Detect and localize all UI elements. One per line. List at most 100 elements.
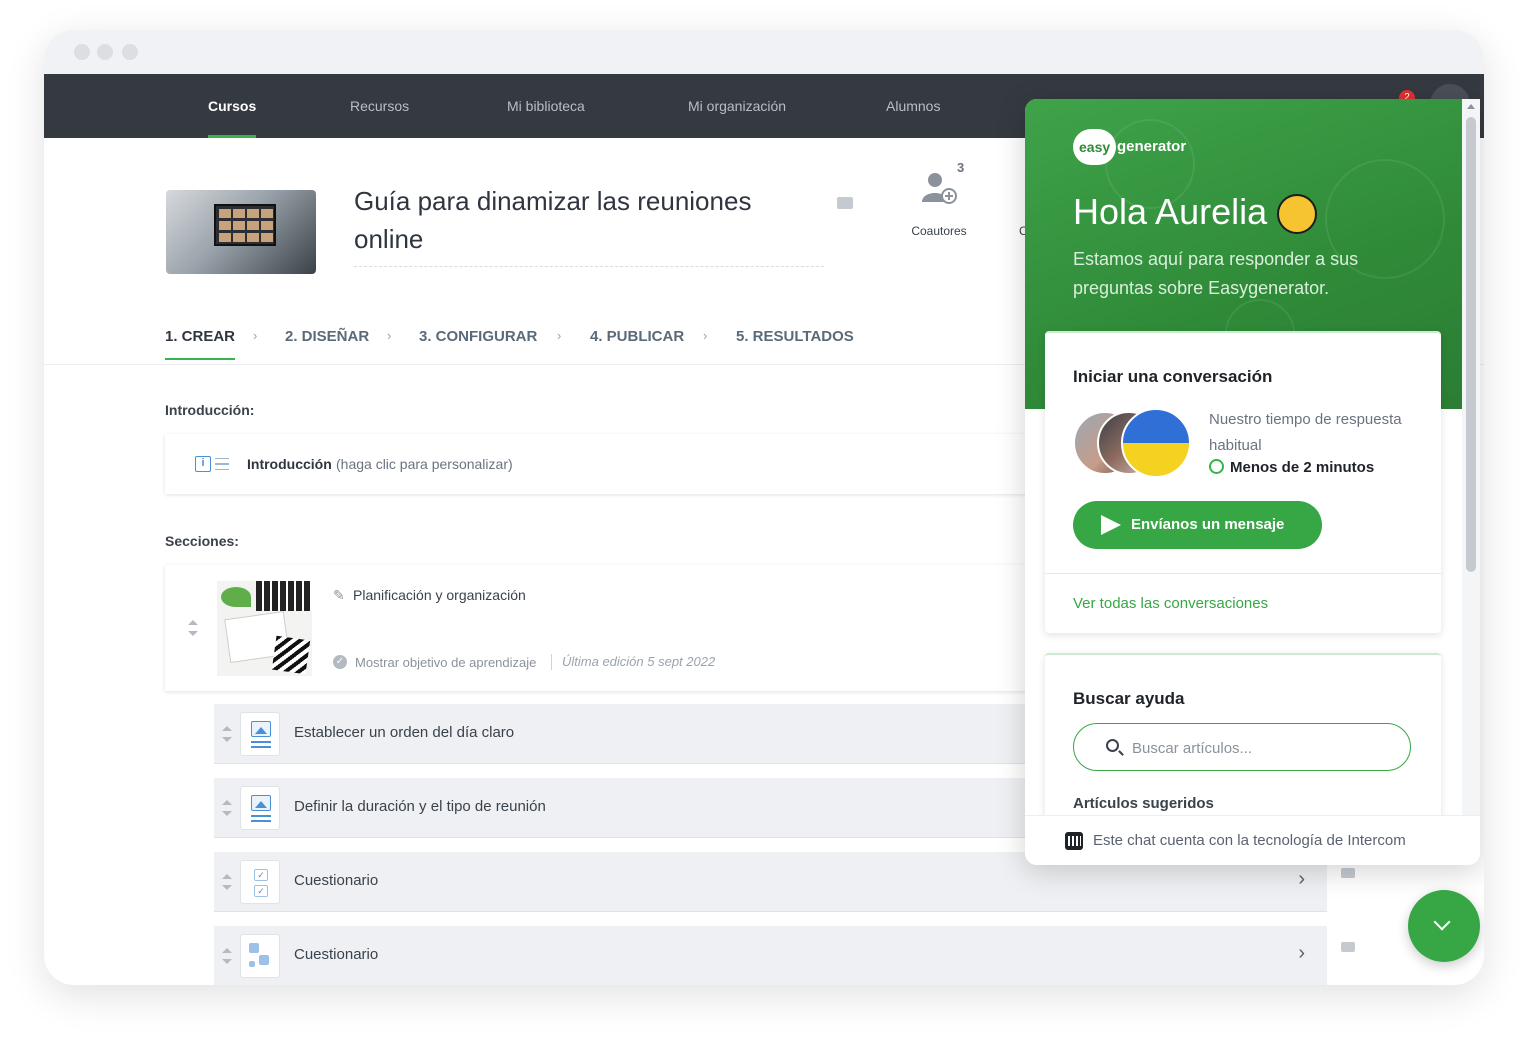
show-objective-link[interactable]: Mostrar objetivo de aprendizaje (355, 655, 536, 670)
greeting: Hola Aurelia (1073, 191, 1318, 235)
intro-hint: (haga clic para personalizar) (336, 456, 513, 472)
step-configurar[interactable]: 3. CONFIGURAR (419, 328, 537, 345)
video-tile (247, 233, 259, 242)
chevron-right-icon[interactable]: › (1298, 942, 1305, 965)
video-tile (261, 221, 273, 230)
step-resultados[interactable]: 5. RESULTADOS (736, 328, 854, 345)
chevron-right-icon: › (703, 328, 708, 343)
plant-shape (221, 587, 251, 607)
response-time-label: Menos de 2 minutos (1230, 459, 1375, 476)
step-publicar[interactable]: 4. PUBLICAR (590, 328, 684, 345)
keyboard-shape (256, 581, 312, 611)
video-tile (219, 221, 231, 230)
window-dot (74, 44, 90, 60)
laptop-screen (214, 204, 276, 246)
send-message-label: Envíanos un mensaje (1131, 516, 1285, 533)
intercom-subtitle: Estamos aquí para responder a sus pregun… (1073, 249, 1359, 298)
image-text-icon (240, 712, 280, 756)
window-dot (122, 44, 138, 60)
item-title: Cuestionario (294, 946, 379, 963)
window-dot (97, 44, 113, 60)
intercom-panel: easy generator Hola Aurelia Estamos aquí… (1025, 99, 1480, 865)
conversation-title: Iniciar una conversación (1073, 367, 1273, 386)
powered-by-text[interactable]: Este chat cuenta con la tecnología de In… (1093, 832, 1406, 849)
scroll-up-icon[interactable] (1467, 104, 1475, 109)
chevron-right-icon[interactable]: › (1298, 868, 1305, 891)
divider (551, 654, 552, 670)
comment-icon[interactable] (1341, 868, 1355, 878)
nav-mi-biblioteca[interactable]: Mi biblioteca (507, 74, 585, 138)
video-tile (219, 233, 231, 242)
check-circle-icon: ✓ (333, 655, 347, 669)
reorder-handle-icon[interactable] (222, 800, 232, 816)
intercom-footer: Este chat cuenta con la tecnología de In… (1025, 815, 1480, 865)
notebook-shape (271, 635, 311, 675)
video-tile (247, 209, 259, 218)
item-title: Cuestionario (294, 872, 379, 889)
search-box[interactable] (1073, 723, 1411, 771)
nav-mi-organizacion[interactable]: Mi organización (688, 74, 786, 138)
panel-scrollbar[interactable] (1462, 99, 1480, 815)
sections-label: Secciones: (165, 533, 239, 549)
add-user-icon (922, 173, 957, 204)
section-title[interactable]: Planificación y organización (353, 587, 526, 603)
image-text-icon (240, 786, 280, 830)
info-icon: i (195, 456, 211, 472)
coauthors-count: 3 (957, 160, 965, 175)
search-icon (1106, 739, 1119, 752)
chevron-right-icon: › (253, 328, 258, 343)
nav-alumnos[interactable]: Alumnos (886, 74, 940, 138)
easygenerator-logo-text: generator (1117, 138, 1187, 155)
suggested-articles-label: Artículos sugeridos (1073, 795, 1214, 812)
checklist-icon: ✓ ✓ (240, 860, 280, 904)
greeting-text: Hola Aurelia (1073, 191, 1268, 232)
step-disenar[interactable]: 2. DISEÑAR (285, 328, 369, 345)
pencil-icon[interactable]: ✎ (333, 588, 345, 602)
easygenerator-logo: easy (1073, 129, 1117, 165)
scrollbar-thumb[interactable] (1466, 117, 1476, 572)
intro-title: Introducción (247, 456, 332, 472)
chevron-right-icon: › (557, 328, 562, 343)
comment-icon[interactable] (1341, 942, 1355, 952)
intro-card[interactable]: i Introducción (haga clic para personali… (165, 434, 1065, 494)
conversation-card: Iniciar una conversación Nuestro tiempo … (1045, 331, 1441, 633)
video-tile (233, 209, 245, 218)
item-title: Definir la duración y el tipo de reunión (294, 798, 546, 815)
response-time-text: Nuestro tiempo de respuesta habitual (1209, 411, 1402, 454)
send-icon (1101, 515, 1121, 535)
help-title: Buscar ayuda (1073, 689, 1185, 708)
video-tile (219, 209, 231, 218)
item-title: Establecer un orden del día claro (294, 724, 515, 741)
video-tile (261, 233, 273, 242)
course-title[interactable]: Guía para dinamizar las reuniones online (354, 182, 824, 267)
reorder-handle-icon[interactable] (222, 948, 232, 964)
course-thumbnail[interactable] (166, 190, 316, 274)
divider (1045, 573, 1441, 574)
nav-recursos[interactable]: Recursos (350, 74, 409, 138)
search-input[interactable] (1132, 734, 1392, 762)
video-tile (261, 209, 273, 218)
section-thumbnail[interactable] (217, 581, 312, 676)
waving-hand-icon (1277, 194, 1318, 235)
reorder-handle-icon[interactable] (222, 874, 232, 890)
response-time-value: Menos de 2 minutos (1209, 459, 1374, 476)
chevron-right-icon: › (387, 328, 392, 343)
list-item[interactable]: Cuestionario › (214, 926, 1327, 985)
intercom-launcher-button[interactable] (1408, 890, 1480, 962)
see-all-conversations-link[interactable]: Ver todas las conversaciones (1073, 595, 1268, 612)
puzzle-icon (240, 934, 280, 978)
video-tile (247, 221, 259, 230)
step-crear[interactable]: 1. CREAR (165, 328, 236, 360)
section-card[interactable]: ✎ Planificación y organización ✓ Mostrar… (165, 565, 1065, 691)
reorder-handle-icon[interactable] (222, 726, 232, 742)
last-edit: Última edición 5 sept 2022 (562, 654, 716, 669)
intro-section-label: Introducción: (165, 402, 255, 418)
nav-cursos[interactable]: Cursos (208, 74, 257, 138)
clock-icon (1209, 459, 1224, 474)
video-tile (233, 221, 245, 230)
intercom-icon (1065, 832, 1083, 850)
browser-window: Cursos Recursos Mi biblioteca Mi organiz… (44, 30, 1484, 985)
send-message-button[interactable]: Envíanos un mensaje (1073, 501, 1322, 549)
comment-icon[interactable] (837, 197, 853, 209)
reorder-handle-icon[interactable] (188, 620, 198, 636)
